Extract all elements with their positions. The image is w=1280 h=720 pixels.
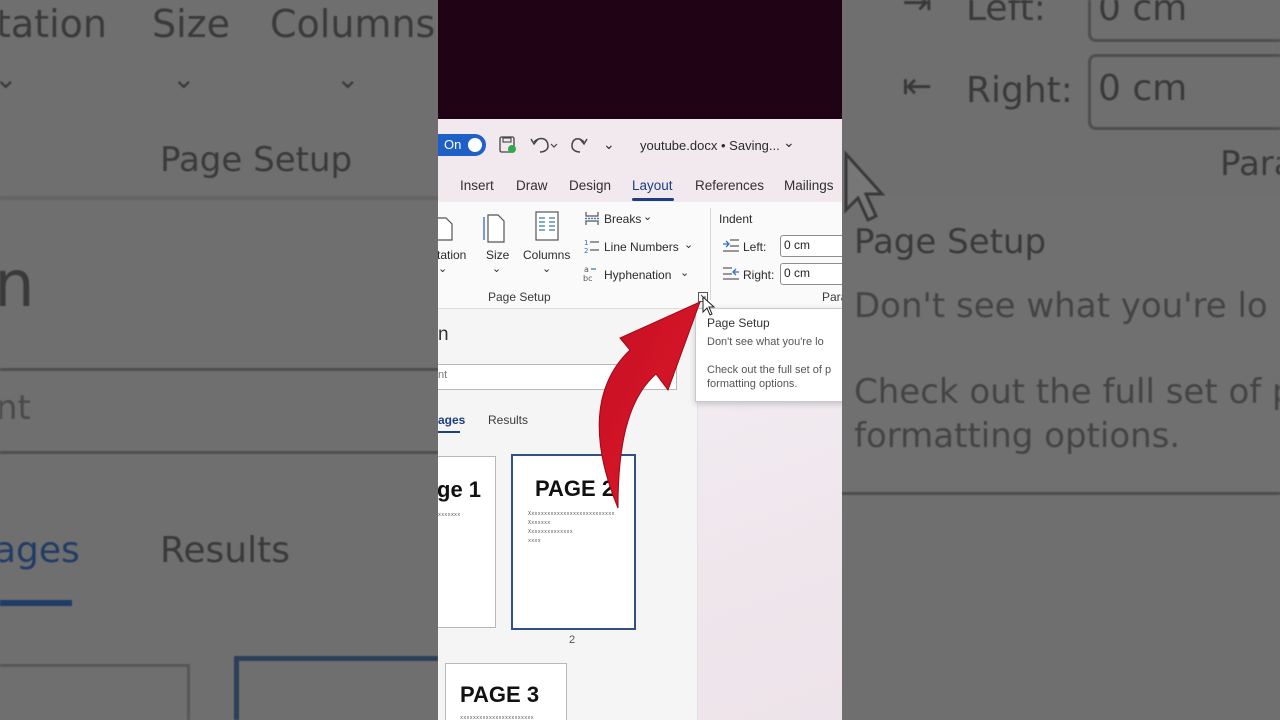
columns-button[interactable]: Columns xyxy=(523,248,570,262)
bg-group-label: Page Setup xyxy=(160,140,353,180)
nav-search-text: nt xyxy=(438,369,448,381)
title-chevron-down-icon[interactable]: ⌄ xyxy=(783,134,795,151)
toggle-knob xyxy=(468,138,482,152)
bg-indent-right-icon: ⇤ xyxy=(902,66,933,107)
columns-icon[interactable] xyxy=(534,210,560,242)
indent-heading: Indent xyxy=(719,212,753,226)
tab-references[interactable]: References xyxy=(695,178,764,193)
bg-thumbnail xyxy=(0,664,190,720)
hyphenation-button[interactable]: Hyphenation xyxy=(604,268,671,282)
line-numbers-icon[interactable]: 1 2 xyxy=(584,238,600,254)
svg-text:bc: bc xyxy=(583,274,592,282)
background-left-zoom: tation Size Columns ⌄ ⌄ ⌄ Page Setup n n… xyxy=(0,0,438,720)
nav-tab-results[interactable]: Results xyxy=(488,413,528,427)
tab-mailings[interactable]: Mailings xyxy=(784,178,834,193)
document-title[interactable]: youtube.docx xyxy=(640,138,717,153)
bg-tip-line3: formatting options. xyxy=(854,416,1181,456)
breaks-chevron-icon[interactable]: ⌄ xyxy=(643,210,652,223)
indent-left-input[interactable]: 0 cm xyxy=(780,235,842,257)
tab-design[interactable]: Design xyxy=(569,178,611,193)
tab-layout[interactable]: Layout xyxy=(632,178,673,193)
bg-indent-left-icon: ⇥ xyxy=(902,0,933,23)
bg-left-label: Left: xyxy=(966,0,1046,29)
orientation-button[interactable]: tation xyxy=(438,248,466,262)
dark-header-area xyxy=(438,0,842,119)
thumb-text-line: xxxxxxxxxxxxxxxxxxxxxxx xyxy=(460,715,534,720)
page-number-label: 2 xyxy=(569,634,576,646)
indent-left-label: Left: xyxy=(743,240,767,254)
svg-text:a: a xyxy=(584,265,589,274)
page-thumbnail-1[interactable]: ge 1 xxxxxxx xyxy=(438,456,496,628)
bg-search-text: nt xyxy=(0,388,31,428)
size-icon[interactable] xyxy=(482,212,508,244)
bg-tip-line2: Check out the full set of p xyxy=(854,372,1280,412)
breaks-icon[interactable] xyxy=(584,210,600,226)
columns-chevron-icon[interactable]: ⌄ xyxy=(542,262,551,275)
bg-chevron-icon: ⌄ xyxy=(336,62,360,95)
bg-cursor-icon xyxy=(844,150,886,223)
bg-search-box xyxy=(0,368,438,454)
paragraph-group-label: Para xyxy=(822,290,842,304)
bg-left-value: 0 cm xyxy=(1098,0,1188,29)
nav-tab-pages[interactable]: ages xyxy=(438,413,465,427)
size-button[interactable]: Size xyxy=(486,248,509,262)
bg-right-label: Right: xyxy=(966,70,1073,111)
tooltip-line-1: Don't see what you're lo xyxy=(707,336,824,348)
size-chevron-icon[interactable]: ⌄ xyxy=(492,262,501,275)
bg-tab-results: Results xyxy=(160,530,290,571)
bg-pane-title: n xyxy=(0,248,35,322)
autosave-toggle-label: On xyxy=(444,137,462,152)
bg-chevron-icon: ⌄ xyxy=(172,62,196,95)
thumb-text-line: Xxxxxxxxxxxxxx xyxy=(528,529,573,535)
bg-thumbnail-selected xyxy=(234,656,438,720)
save-status: • Saving... xyxy=(721,138,780,153)
indent-right-label: Right: xyxy=(743,268,775,282)
thumb-text-line: Xxxxxxx xyxy=(528,520,551,526)
bg-divider xyxy=(0,196,438,200)
bg-tab-pages: ages xyxy=(0,530,80,571)
indent-right-input[interactable]: 0 cm xyxy=(780,263,842,285)
undo-icon[interactable] xyxy=(528,134,558,156)
thumb-text-line: xxxxxxx xyxy=(438,512,461,518)
page-setup-group-label: Page Setup xyxy=(488,290,551,304)
page-thumbnail-3[interactable]: PAGE 3 xxxxxxxxxxxxxxxxxxxxxxx xyxy=(445,663,567,720)
bg-tab-underline xyxy=(0,600,72,606)
line-numbers-button[interactable]: Line Numbers xyxy=(604,240,679,254)
tooltip-line-3: formatting options. xyxy=(707,378,798,390)
nav-pane-title: n xyxy=(438,324,449,345)
bg-group-label: Para xyxy=(1220,144,1280,184)
autosave-toggle[interactable]: On xyxy=(438,134,486,156)
svg-text:2: 2 xyxy=(584,247,588,254)
indent-left-icon xyxy=(723,239,739,252)
hyphenation-icon[interactable]: a bc xyxy=(583,264,601,282)
line-numbers-chevron-icon[interactable]: ⌄ xyxy=(684,238,693,251)
save-icon[interactable] xyxy=(498,135,518,155)
breaks-button[interactable]: Breaks xyxy=(604,212,641,226)
tooltip-line-2: Check out the full set of p xyxy=(707,364,832,376)
bg-chevron-icon: ⌄ xyxy=(0,62,18,95)
orientation-icon[interactable] xyxy=(438,216,454,242)
tab-insert[interactable]: Insert xyxy=(460,178,494,193)
svg-text:1: 1 xyxy=(584,239,588,247)
background-right-zoom: ⇥ Left: 0 cm ⇤ Right: 0 cm Para Page Set… xyxy=(842,0,1280,720)
indent-right-icon xyxy=(723,267,739,280)
active-tab-indicator xyxy=(632,198,674,201)
orientation-chevron-icon[interactable]: ⌄ xyxy=(438,262,447,275)
redo-icon[interactable] xyxy=(570,134,590,156)
thumb-text-line: xxxx xyxy=(528,538,541,544)
hyphenation-chevron-icon[interactable]: ⌄ xyxy=(680,266,689,279)
red-arrow-icon xyxy=(598,301,701,509)
bg-columns-label: Columns xyxy=(270,2,436,46)
nav-tab-underline xyxy=(438,431,460,433)
bg-tip-line1: Don't see what you're lo xyxy=(854,286,1268,326)
thumb-title-3: PAGE 3 xyxy=(460,682,540,707)
group-divider xyxy=(710,208,711,300)
thumb-title-1: ge 1 xyxy=(438,477,482,502)
bg-right-value: 0 cm xyxy=(1098,68,1188,109)
customize-qat-icon[interactable]: ⌄ xyxy=(603,136,615,153)
bg-orientation-label: tation xyxy=(0,2,107,46)
tab-draw[interactable]: Draw xyxy=(516,178,548,193)
bg-size-label: Size xyxy=(152,2,231,46)
